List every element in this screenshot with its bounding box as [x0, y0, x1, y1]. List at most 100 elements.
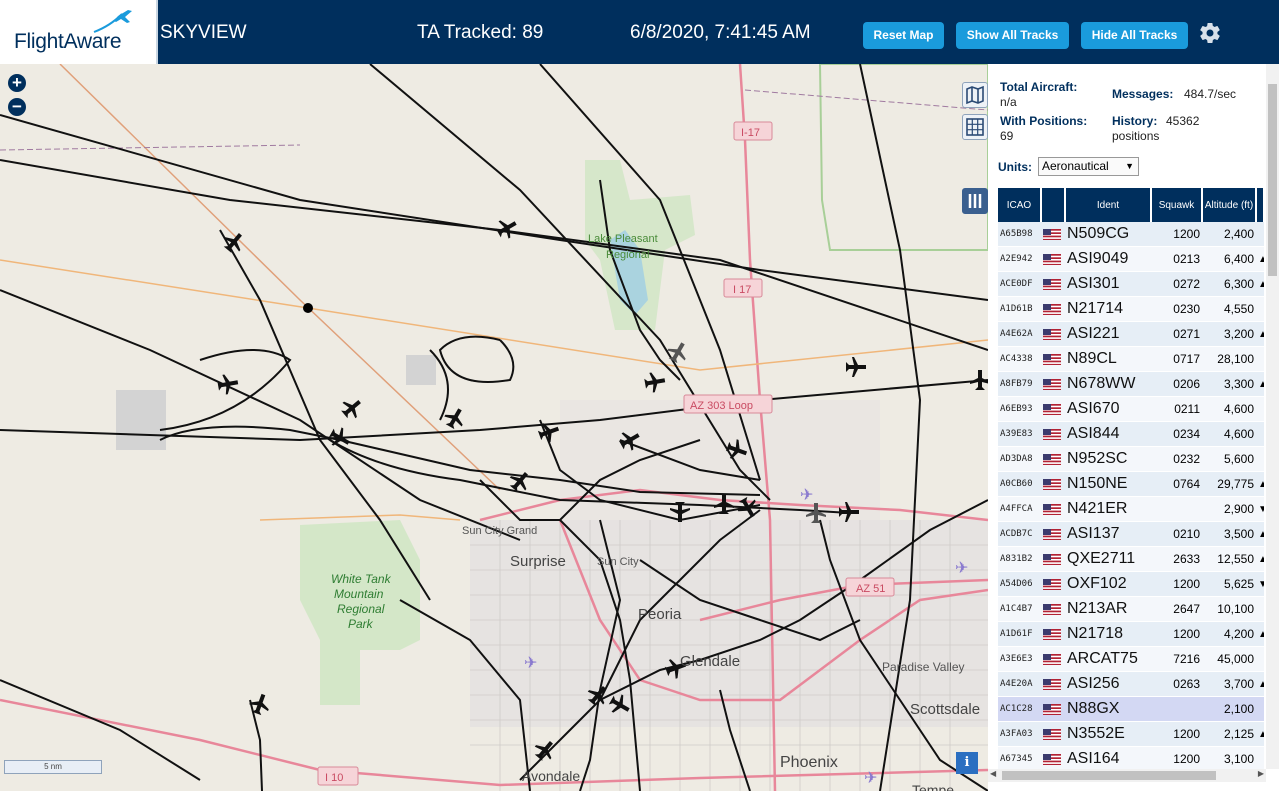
show-all-tracks-button[interactable]: Show All Tracks	[956, 22, 1069, 49]
with-positions-label: With Positions:	[1000, 114, 1088, 128]
history-unit: positions	[1112, 129, 1160, 143]
label-white-tank-1: White Tank	[331, 572, 392, 586]
row-trend: ▲	[1256, 321, 1264, 347]
col-header-ident[interactable]: Ident	[1065, 188, 1152, 222]
row-icao: A1D61B	[998, 296, 1041, 322]
zoom-in-button[interactable]: +	[8, 74, 26, 92]
units-select[interactable]: Aeronautical ▼	[1038, 157, 1139, 176]
row-ident: N952SC	[1065, 446, 1151, 472]
table-row[interactable]: A0CB60 N150NE076429,775▲	[998, 471, 1264, 497]
table-row[interactable]: A831B2 QXE2711263312,550▲	[998, 546, 1264, 572]
row-flag	[1041, 721, 1065, 747]
home-marker	[303, 303, 313, 313]
us-flag-icon	[1043, 304, 1061, 316]
col-header-flag[interactable]	[1041, 188, 1066, 222]
row-squawk: 0234	[1151, 421, 1202, 447]
row-trend: ▲	[1256, 546, 1264, 572]
row-altitude: 6,300	[1202, 271, 1256, 297]
row-trend: ▲	[1256, 621, 1264, 647]
row-flag	[1041, 521, 1065, 547]
row-icao: A8FB79	[998, 371, 1041, 397]
row-trend: ▲	[1256, 671, 1264, 697]
row-ident: ASI844	[1065, 421, 1151, 447]
label-white-tank-2: Mountain	[334, 587, 384, 601]
svg-text:✈: ✈	[864, 768, 877, 787]
table-row[interactable]: AD3DA8 N952SC 0232 5,600	[998, 446, 1264, 472]
zoom-out-button[interactable]: −	[8, 98, 26, 116]
table-row[interactable]: A1D61F N2171812004,200▲	[998, 621, 1264, 647]
table-row[interactable]: AC1C28 N88GX 2,100	[998, 696, 1264, 722]
row-icao: A67345	[998, 746, 1041, 769]
row-altitude: 4,550	[1202, 296, 1256, 322]
row-flag	[1041, 471, 1065, 497]
table-row[interactable]: A4FFCA N421ER 2,900▼	[998, 496, 1264, 522]
scroll-thumb[interactable]	[1268, 84, 1277, 276]
us-flag-icon	[1043, 329, 1061, 341]
col-header-extra[interactable]	[1256, 188, 1265, 222]
row-icao: A65B98	[998, 222, 1041, 247]
table-row[interactable]: A8FB79 N678WW02063,300▲	[998, 371, 1264, 397]
vertical-scrollbar[interactable]	[1266, 64, 1279, 769]
hide-all-tracks-button[interactable]: Hide All Tracks	[1081, 22, 1188, 49]
reset-map-button[interactable]: Reset Map	[863, 22, 944, 49]
row-trend	[1256, 646, 1264, 672]
table-row[interactable]: A54D06 OXF10212005,625▼	[998, 571, 1264, 597]
label-paradise-valley: Paradise Valley	[882, 660, 965, 674]
grid-toggle-button[interactable]	[962, 114, 988, 140]
map-layer-button[interactable]	[962, 82, 988, 108]
row-altitude: 3,100	[1202, 746, 1256, 769]
flightaware-logo[interactable]: FlightAware	[0, 0, 158, 64]
row-altitude: 10,100	[1202, 596, 1256, 622]
row-icao: A0CB60	[998, 471, 1041, 497]
messages-value: 484.7/sec	[1184, 87, 1237, 101]
table-row[interactable]: AC4338 N89CL 0717 28,100	[998, 346, 1264, 372]
label-white-tank-4: Park	[348, 617, 374, 631]
scroll-left-icon[interactable]: ◀	[990, 769, 996, 778]
table-row[interactable]: A4E62A ASI22102713,200▲	[998, 321, 1264, 347]
label-white-tank-3: Regional	[337, 602, 385, 616]
column-toggle-button[interactable]	[962, 188, 988, 214]
scroll-thumb[interactable]	[1002, 771, 1216, 780]
table-row[interactable]: A1D61B N21714 0230 4,550	[998, 296, 1264, 322]
row-ident: N509CG	[1065, 222, 1151, 247]
top-header: FlightAware SKYVIEW TA Tracked: 89 6/8/2…	[0, 0, 1279, 64]
row-trend	[1256, 746, 1264, 769]
row-flag	[1041, 371, 1065, 397]
us-flag-icon	[1043, 529, 1061, 541]
label-i17-mid: I 17	[733, 284, 751, 296]
table-row[interactable]: ACE0DF ASI30102726,300▲	[998, 271, 1264, 297]
row-altitude: 3,200	[1202, 321, 1256, 347]
map-svg: ✈ ✈ ✈ ✈ I-17 I 17 AZ 303 Loop AZ 51 I 10…	[0, 64, 988, 791]
scroll-right-icon[interactable]: ▶	[1258, 769, 1264, 778]
table-row[interactable]: ACDB7C ASI13702103,500▲	[998, 521, 1264, 547]
horizontal-scrollbar[interactable]: ◀ ▶	[988, 769, 1266, 782]
grey-land	[406, 355, 436, 385]
table-row[interactable]: A6EB93 ASI670 0211 4,600	[998, 396, 1264, 422]
table-row[interactable]: A2E942 ASI904902136,400▲	[998, 246, 1264, 272]
row-flag	[1041, 271, 1065, 297]
label-az51: AZ 51	[856, 583, 885, 595]
messages-label: Messages:	[1112, 87, 1174, 101]
settings-gear-icon[interactable]	[1198, 21, 1222, 45]
table-row[interactable]: A39E83 ASI844 0234 4,600	[998, 421, 1264, 447]
table-row[interactable]: A1C4B7 N213AR 2647 10,100	[998, 596, 1264, 622]
table-row[interactable]: A4E20A ASI25602633,700▲	[998, 671, 1264, 697]
row-ident: N150NE	[1065, 471, 1151, 497]
col-header-icao[interactable]: ICAO	[998, 188, 1042, 222]
row-squawk: 1200	[1151, 746, 1202, 769]
info-button[interactable]: i	[956, 752, 978, 774]
table-row[interactable]: A65B98 N509CG 1200 2,400	[998, 222, 1264, 247]
table-row[interactable]: A3FA03 N3552E12002,125▲	[998, 721, 1264, 747]
table-row[interactable]: A67345 ASI164 1200 3,100	[998, 746, 1264, 769]
row-flag	[1041, 746, 1065, 769]
table-row[interactable]: A3E6E3 ARCAT75 7216 45,000	[998, 646, 1264, 672]
row-altitude: 4,600	[1202, 396, 1256, 422]
us-flag-icon	[1043, 454, 1061, 466]
col-header-altitude[interactable]: Altitude (ft)	[1202, 188, 1257, 222]
grid-icon	[966, 118, 984, 136]
col-header-squawk[interactable]: Squawk	[1151, 188, 1203, 222]
row-squawk	[1151, 496, 1202, 522]
map-canvas[interactable]: ✈ ✈ ✈ ✈ I-17 I 17 AZ 303 Loop AZ 51 I 10…	[0, 64, 988, 791]
row-ident: QXE2711	[1065, 546, 1151, 572]
row-squawk: 1200	[1151, 571, 1202, 597]
